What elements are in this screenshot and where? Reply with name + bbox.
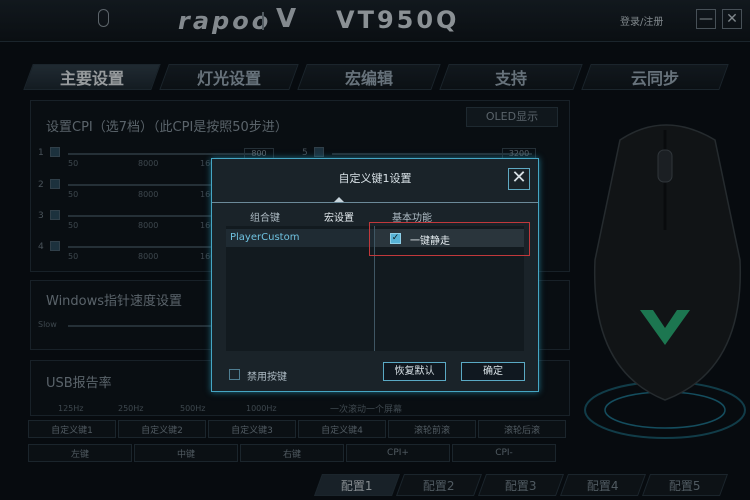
dialog-close-icon[interactable]: ✕ bbox=[508, 168, 530, 190]
tab-combo-key[interactable]: 组合键 bbox=[250, 209, 280, 224]
dialog-title: 自定义键1设置 bbox=[338, 172, 412, 185]
disable-key-label: 禁用按键 bbox=[247, 372, 287, 383]
disable-key-checkbox[interactable] bbox=[229, 369, 240, 380]
dialog-divider bbox=[212, 202, 538, 203]
macro-list-item[interactable]: PlayerCustom bbox=[226, 229, 374, 247]
custom-key-dialog: 自定义键1设置 ✕ 组合键 宏设置 基本功能 PlayerCustom ✓ 一键… bbox=[211, 158, 539, 392]
tab-macro-settings[interactable]: 宏设置 bbox=[324, 209, 354, 224]
confirm-button[interactable]: 确定 bbox=[461, 362, 525, 381]
active-tab-indicator bbox=[334, 197, 344, 202]
restore-default-button[interactable]: 恢复默认 bbox=[383, 362, 446, 381]
highlight-box bbox=[369, 222, 530, 256]
